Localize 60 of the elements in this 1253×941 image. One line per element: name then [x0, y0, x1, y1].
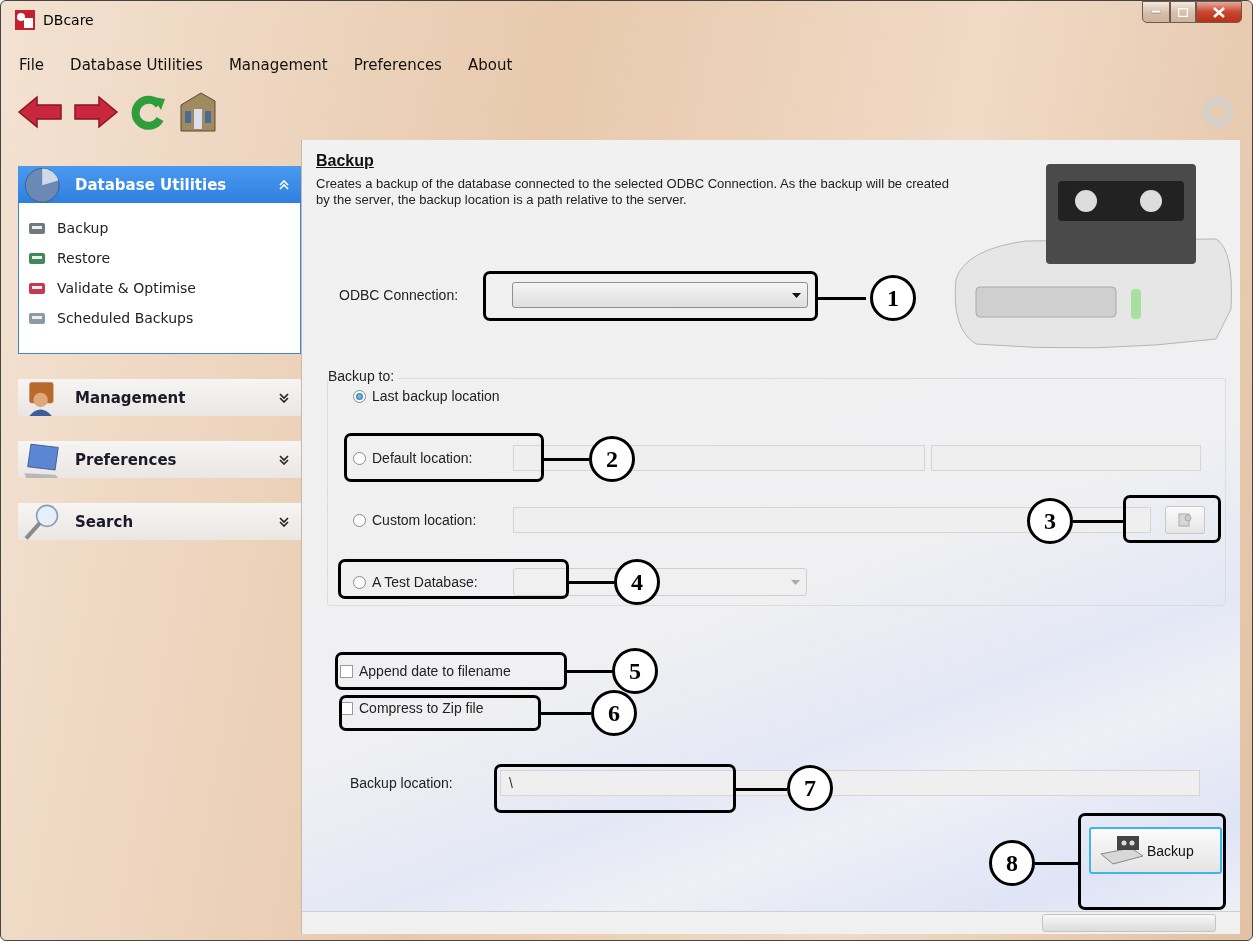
leader-line	[541, 712, 591, 715]
collapse-chevron-icon	[279, 179, 289, 190]
backup-button[interactable]: Backup	[1089, 827, 1222, 874]
close-button[interactable]	[1196, 1, 1242, 23]
sidebar-group-header[interactable]: Preferences	[18, 441, 301, 478]
radio-button[interactable]	[353, 513, 366, 527]
expand-chevron-icon	[279, 454, 289, 465]
menu-item[interactable]: About	[467, 56, 513, 74]
option-label[interactable]: Custom location:	[372, 512, 507, 528]
group-label: Backup to:	[328, 368, 399, 384]
input-field[interactable]	[513, 507, 1151, 533]
expand-chevron-icon	[279, 516, 289, 527]
radio-button[interactable]	[353, 451, 366, 465]
radio-button[interactable]	[353, 575, 366, 589]
expand-chevron-icon	[279, 392, 289, 403]
radio-button[interactable]	[353, 389, 366, 403]
leader-line	[544, 458, 589, 461]
dropdown-arrow-icon	[792, 292, 801, 298]
sidebar-item[interactable]: Backup	[57, 220, 109, 236]
leader-line	[818, 297, 866, 300]
checkbox-label[interactable]: Compress to Zip file	[359, 700, 484, 716]
sidebar-item[interactable]: Validate & Optimise	[57, 280, 196, 296]
app-logo-icon	[15, 10, 35, 30]
dropdown-arrow-icon	[791, 579, 800, 585]
maximize-icon	[1178, 7, 1188, 17]
folder-icon	[1177, 512, 1193, 528]
menu-item[interactable]: Preferences	[353, 56, 442, 74]
leader-line	[1035, 862, 1078, 865]
back-arrow-icon[interactable]	[17, 94, 63, 130]
menu-item[interactable]: File	[19, 56, 45, 74]
checkbox-label[interactable]: Append date to filename	[359, 663, 511, 679]
loading-spinner-icon	[1200, 94, 1236, 130]
sidebar-item[interactable]: Restore	[57, 250, 111, 266]
field-label: ODBC Connection:	[339, 287, 460, 303]
leader-line	[567, 670, 612, 673]
house-icon[interactable]	[177, 91, 217, 133]
input-field[interactable]	[931, 445, 1201, 471]
option-label[interactable]: A Test Database:	[372, 574, 507, 590]
sidebar-group-header[interactable]: Search	[18, 503, 301, 540]
maximize-button[interactable]	[1170, 1, 1196, 23]
page-title: Backup	[316, 152, 374, 170]
odbc-connection-dropdown[interactable]	[512, 282, 808, 308]
sidebar-item[interactable]: Scheduled Backups	[57, 310, 194, 326]
leader-line	[1073, 520, 1123, 523]
minimize-button[interactable]	[1142, 1, 1170, 23]
refresh-icon[interactable]	[129, 93, 167, 131]
minimize-icon	[1151, 10, 1161, 14]
window-title: DBcare	[43, 12, 95, 28]
menu-item[interactable]: Management	[228, 56, 328, 74]
description-text: Creates a backup of the database connected to the selected ODBC Connection. As the backup will be created by the server, the backup location is a path relative to the server.	[316, 176, 951, 208]
leader-line	[736, 788, 787, 791]
close-icon	[1213, 6, 1225, 18]
option-label[interactable]: Last backup location	[372, 388, 500, 404]
leader-line	[569, 581, 614, 584]
forward-arrow-icon[interactable]	[73, 94, 119, 130]
menu-item[interactable]: Database Utilities	[70, 56, 203, 74]
checkbox[interactable]	[340, 664, 353, 678]
field-label: Backup location:	[350, 775, 454, 791]
option-label[interactable]: Default location:	[372, 450, 507, 466]
sidebar-group-header[interactable]: Management	[18, 379, 301, 416]
